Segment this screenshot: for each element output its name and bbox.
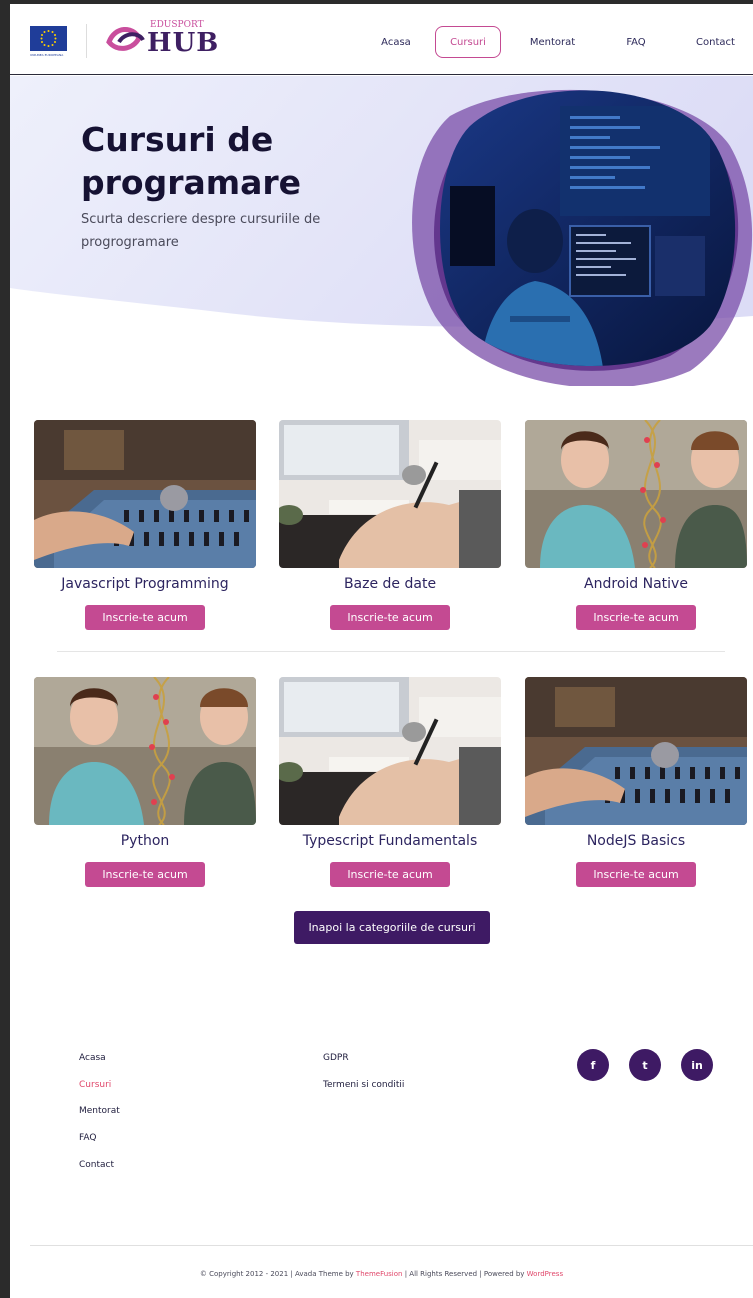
enroll-button[interactable]: Inscrie-te acum	[330, 862, 450, 887]
facebook-icon[interactable]: f	[577, 1049, 609, 1081]
footer-link-contact[interactable]: Contact	[79, 1160, 114, 1170]
course-image-mixer[interactable]	[525, 677, 747, 825]
nav-faq[interactable]: FAQ	[615, 26, 657, 58]
logo-title[interactable]: HUB	[147, 28, 219, 58]
linkedin-icon[interactable]: in	[681, 1049, 713, 1081]
course-title[interactable]: Javascript Programming	[34, 576, 256, 592]
enroll-button[interactable]: Inscrie-te acum	[85, 605, 205, 630]
course-title[interactable]: Baze de date	[279, 576, 501, 592]
footer-link-acasa[interactable]: Acasa	[79, 1053, 106, 1063]
course-image-dna-students[interactable]	[525, 420, 747, 568]
course-image-mixer[interactable]	[34, 420, 256, 568]
course-title[interactable]: Android Native	[525, 576, 747, 592]
twitter-icon[interactable]: t	[629, 1049, 661, 1081]
course-title[interactable]: Python	[34, 833, 256, 849]
footer-link-terms[interactable]: Termeni si conditii	[323, 1080, 404, 1090]
nav-mentorat[interactable]: Mentorat	[520, 26, 585, 58]
course-title[interactable]: NodeJS Basics	[525, 833, 747, 849]
footer-link-cursuri[interactable]: Cursuri	[79, 1080, 111, 1090]
nav-acasa[interactable]: Acasa	[371, 26, 421, 58]
copyright-text: © Copyright 2012 - 2021 | Avada Theme by	[199, 1270, 356, 1278]
enroll-button[interactable]: Inscrie-te acum	[85, 862, 205, 887]
hero-description: Scurta descriere despre cursuriile de pr…	[81, 212, 321, 250]
hero-title: Cursuri de programare	[81, 120, 302, 202]
footer-link-mentorat[interactable]: Mentorat	[79, 1106, 120, 1116]
back-to-categories-button[interactable]: Inapoi la categoriile de cursuri	[294, 911, 490, 944]
course-image-writing-desk[interactable]	[279, 677, 501, 825]
footer-divider	[30, 1245, 753, 1246]
enroll-button[interactable]: Inscrie-te acum	[330, 605, 450, 630]
nav-cursuri[interactable]: Cursuri	[435, 26, 501, 58]
header-separator	[86, 24, 87, 58]
course-title[interactable]: Typescript Fundamentals	[279, 833, 501, 849]
copyright-mid: | All Rights Reserved | Powered by	[402, 1270, 527, 1278]
site-header: UNIUNEA EUROPEANA EDUSPORT HUB Acasa Cur…	[10, 4, 753, 75]
copyright: © Copyright 2012 - 2021 | Avada Theme by…	[10, 1270, 753, 1278]
eu-caption: UNIUNEA EUROPEANA	[30, 53, 64, 57]
page: UNIUNEA EUROPEANA EDUSPORT HUB Acasa Cur…	[10, 0, 753, 1298]
nav-contact[interactable]: Contact	[688, 26, 743, 58]
course-image-writing-desk[interactable]	[279, 420, 501, 568]
hero-programmer-image	[412, 89, 753, 386]
footer-link-faq[interactable]: FAQ	[79, 1133, 96, 1143]
eu-flag-icon	[30, 26, 67, 51]
footer-link-gdpr[interactable]: GDPR	[323, 1053, 349, 1063]
wordpress-link[interactable]: WordPress	[527, 1270, 563, 1278]
enroll-button[interactable]: Inscrie-te acum	[576, 605, 696, 630]
themefusion-link[interactable]: ThemeFusion	[356, 1270, 403, 1278]
course-image-dna-students[interactable]	[34, 677, 256, 825]
courses-divider	[57, 651, 725, 652]
enroll-button[interactable]: Inscrie-te acum	[576, 862, 696, 887]
